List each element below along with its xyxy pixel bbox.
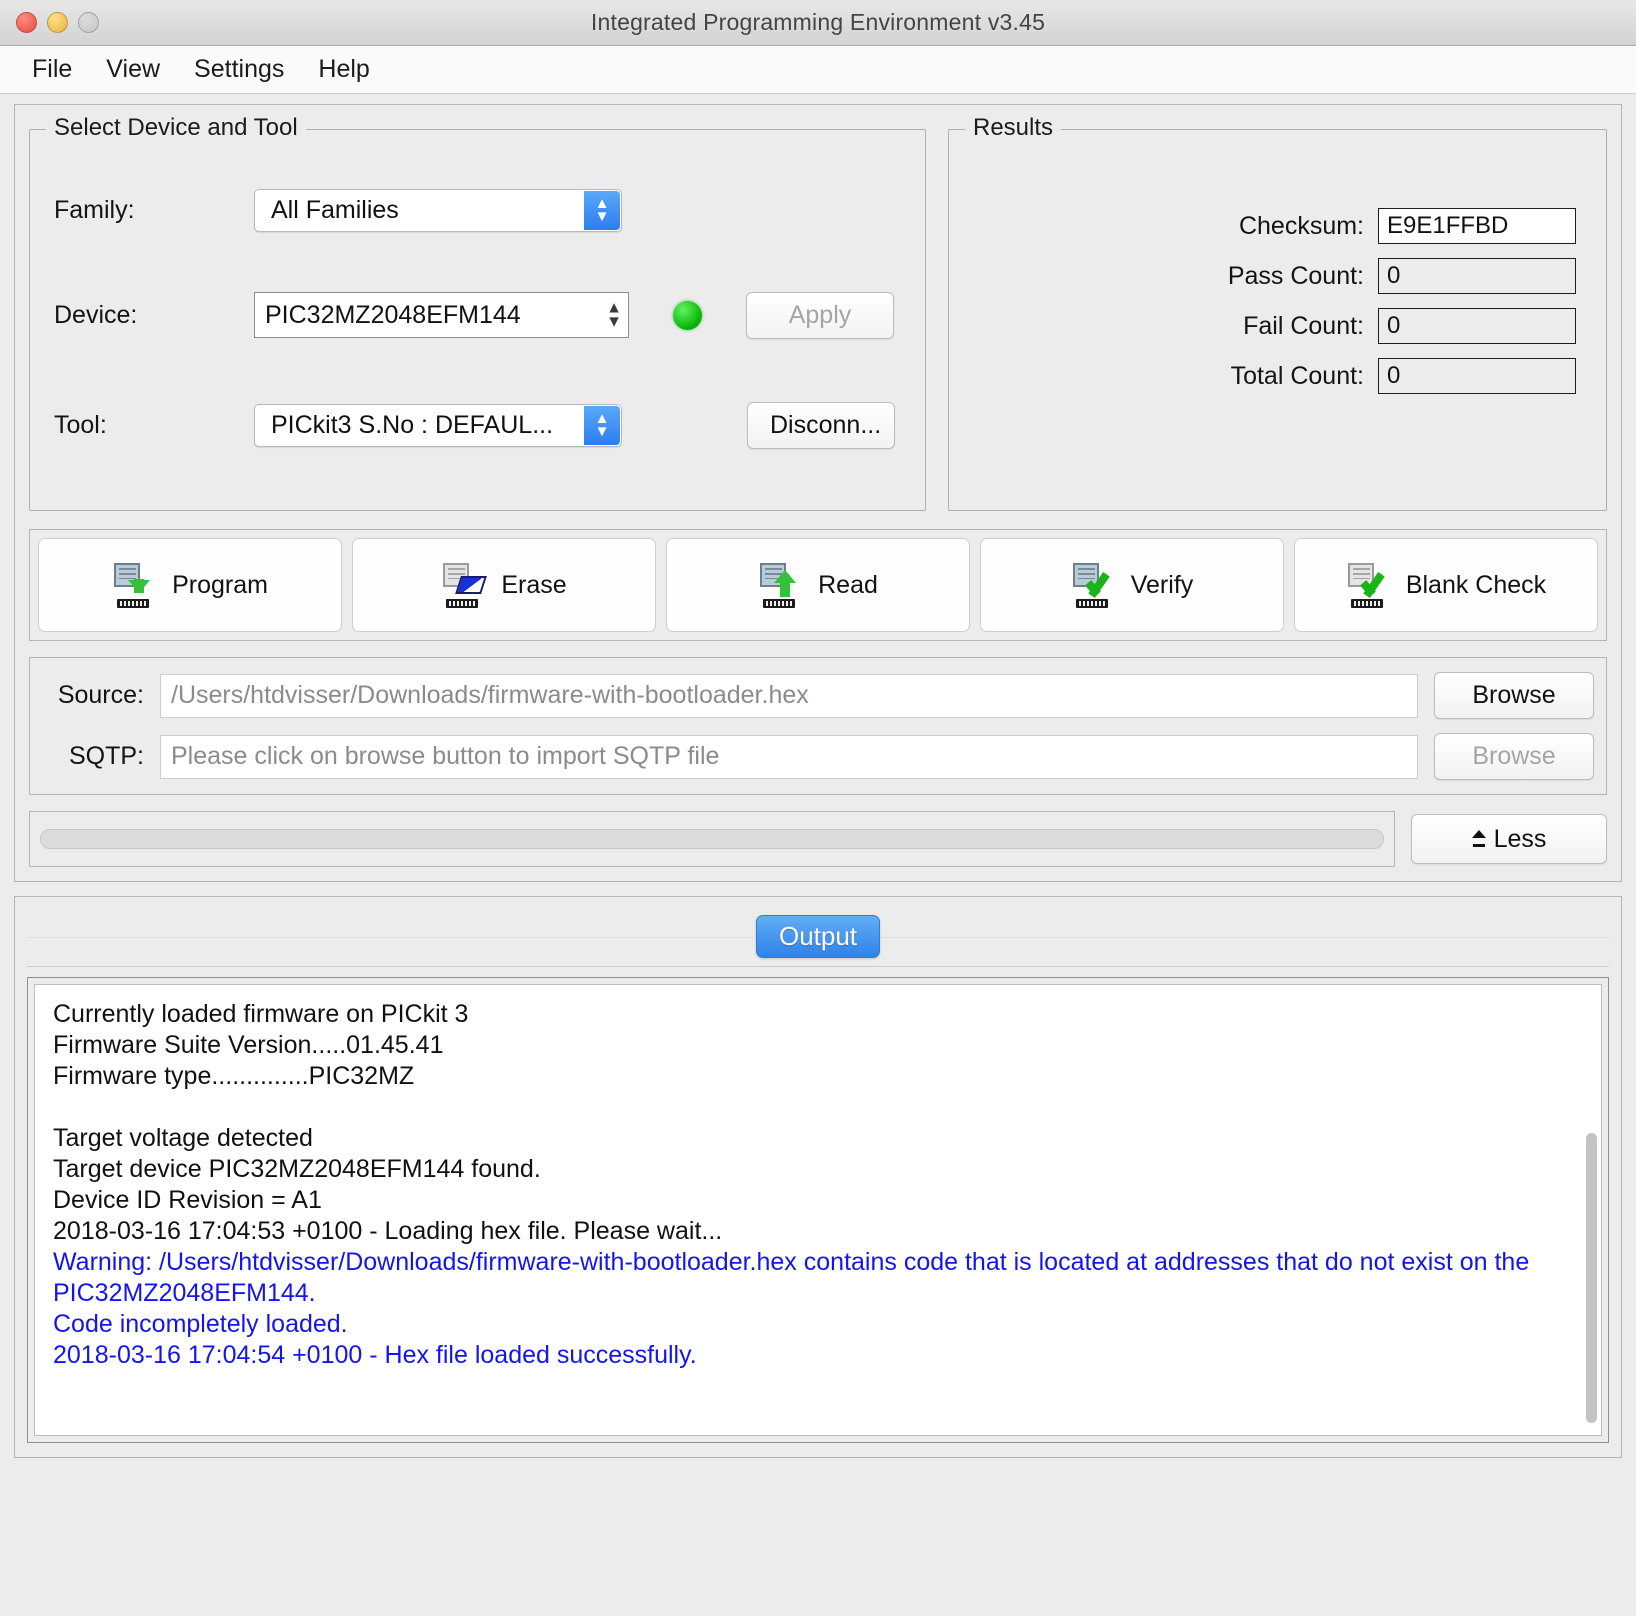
- console-line: Target voltage detected: [53, 1124, 313, 1152]
- checksum-label: Checksum:: [1238, 211, 1364, 240]
- collapse-icon: [1471, 829, 1486, 849]
- menu-settings[interactable]: Settings: [180, 53, 298, 86]
- menu-file[interactable]: File: [18, 53, 86, 86]
- window-title: Integrated Programming Environment v3.45: [590, 9, 1046, 35]
- progress-row: Less: [29, 811, 1607, 867]
- chevron-updown-icon[interactable]: ▲ ▼: [584, 190, 620, 230]
- chip-upload-icon: [758, 562, 804, 608]
- progress-container: [29, 811, 1395, 867]
- console-scrollbar[interactable]: [1585, 988, 1598, 1432]
- console-line: 2018-03-16 17:04:53 +0100 - Loading hex …: [53, 1217, 723, 1245]
- chip-check-icon: [1071, 562, 1117, 608]
- total-count-row: Total Count: 0: [965, 358, 1576, 394]
- console-wrapper: Currently loaded firmware on PICkit 3 Fi…: [27, 977, 1609, 1443]
- tool-value: PICkit3 S.No : DEFAUL...: [271, 410, 554, 439]
- sqtp-row: SQTP: Please click on browse button to i…: [42, 733, 1594, 780]
- menu-view[interactable]: View: [92, 53, 174, 86]
- total-count-label: Total Count:: [1230, 361, 1364, 390]
- tool-label: Tool:: [54, 410, 107, 439]
- source-browse-button[interactable]: Browse: [1434, 672, 1594, 719]
- output-panel: Output Currently loaded firmware on PICk…: [14, 896, 1622, 1458]
- connected-led: [673, 300, 702, 330]
- action-button-bar: Program Erase Read Verify Blank Check: [29, 529, 1607, 641]
- pass-count-label: Pass Count:: [1227, 261, 1364, 290]
- erase-button[interactable]: Erase: [352, 538, 656, 632]
- fail-count-field: 0: [1378, 308, 1576, 344]
- tool-row: Tool: PICkit3 S.No : DEFAUL... ▲ ▼ Discon…: [46, 395, 909, 455]
- console-line: Firmware Suite Version.....01.45.41: [53, 1031, 444, 1059]
- chevron-updown-icon[interactable]: ▲ ▼: [606, 300, 622, 329]
- device-label: Device:: [54, 300, 138, 329]
- console-line-warning: 2018-03-16 17:04:54 +0100 - Hex file loa…: [53, 1341, 697, 1369]
- chevron-updown-icon[interactable]: ▲ ▼: [584, 405, 620, 445]
- read-button-label: Read: [818, 570, 878, 599]
- chip-eraser-icon: [441, 562, 488, 608]
- pass-count-row: Pass Count: 0: [965, 258, 1576, 294]
- family-row: Family: All Families ▲ ▼: [46, 180, 909, 240]
- chip-download-icon: [112, 562, 158, 608]
- output-console[interactable]: Currently loaded firmware on PICkit 3 Fi…: [34, 984, 1602, 1436]
- results-rows: Checksum: E9E1FFBD Pass Count: 0 Fail Co…: [965, 152, 1590, 394]
- console-line: Target device PIC32MZ2048EFM144 found.: [53, 1155, 541, 1183]
- less-button[interactable]: Less: [1411, 814, 1607, 864]
- device-value: PIC32MZ2048EFM144: [265, 300, 521, 329]
- chip-blank-check-icon: [1346, 562, 1392, 608]
- sqtp-label: SQTP:: [68, 742, 144, 770]
- checksum-row: Checksum: E9E1FFBD: [965, 208, 1576, 244]
- family-combobox[interactable]: All Families ▲ ▼: [254, 188, 622, 232]
- menu-bar: File View Settings Help: [0, 46, 1636, 94]
- source-input[interactable]: /Users/htdvisser/Downloads/firmware-with…: [160, 673, 1418, 718]
- family-label: Family:: [54, 195, 135, 224]
- window-titlebar: Integrated Programming Environment v3.45: [0, 0, 1636, 46]
- fail-count-row: Fail Count: 0: [965, 308, 1576, 344]
- blank-check-button-label: Blank Check: [1405, 570, 1547, 599]
- pass-count-field: 0: [1378, 258, 1576, 294]
- device-combobox[interactable]: PIC32MZ2048EFM144 ▲ ▼: [254, 292, 629, 338]
- disconnect-button[interactable]: Disconn...: [747, 401, 895, 449]
- results-group: Results Checksum: E9E1FFBD Pass Count: 0…: [948, 114, 1607, 511]
- console-scrollbar-thumb[interactable]: [1586, 1133, 1597, 1423]
- read-button[interactable]: Read: [666, 538, 970, 632]
- sqtp-input[interactable]: Please click on browse button to import …: [160, 734, 1418, 779]
- source-label: Source:: [57, 681, 144, 709]
- main-panel: Select Device and Tool Family: All Famil…: [14, 104, 1622, 882]
- total-count-field: 0: [1378, 358, 1576, 394]
- output-tabstrip: Output: [27, 907, 1609, 967]
- console-line: Currently loaded firmware on PICkit 3: [53, 1000, 469, 1028]
- menu-help[interactable]: Help: [304, 53, 383, 86]
- select-device-and-tool-group: Select Device and Tool Family: All Famil…: [29, 114, 926, 511]
- program-button[interactable]: Program: [38, 538, 342, 632]
- sqtp-browse-button[interactable]: Browse: [1434, 733, 1594, 780]
- checksum-field[interactable]: E9E1FFBD: [1378, 208, 1576, 244]
- apply-button[interactable]: Apply: [746, 291, 894, 339]
- tab-output[interactable]: Output: [755, 915, 881, 958]
- less-button-label: Less: [1493, 824, 1547, 853]
- verify-button[interactable]: Verify: [980, 538, 1284, 632]
- erase-button-label: Erase: [501, 570, 567, 599]
- top-row: Select Device and Tool Family: All Famil…: [29, 114, 1607, 511]
- tool-combobox[interactable]: PICkit3 S.No : DEFAUL... ▲ ▼: [254, 403, 622, 447]
- results-title: Results: [965, 114, 1062, 142]
- progress-bar: [40, 829, 1384, 849]
- source-section: Source: /Users/htdvisser/Downloads/firmw…: [29, 657, 1607, 795]
- console-line: Firmware type..............PIC32MZ: [53, 1062, 415, 1090]
- fail-count-label: Fail Count:: [1243, 311, 1364, 340]
- console-line: Device ID Revision = A1: [53, 1186, 322, 1214]
- select-device-and-tool-title: Select Device and Tool: [46, 114, 306, 142]
- verify-button-label: Verify: [1130, 570, 1194, 599]
- program-button-label: Program: [172, 570, 268, 599]
- blank-check-button[interactable]: Blank Check: [1294, 538, 1598, 632]
- console-line-warning: Code incompletely loaded.: [53, 1310, 348, 1338]
- source-row: Source: /Users/htdvisser/Downloads/firmw…: [42, 672, 1594, 719]
- device-row: Device: PIC32MZ2048EFM144 ▲ ▼ Apply: [46, 285, 909, 345]
- console-line-warning: Warning: /Users/htdvisser/Downloads/firm…: [53, 1248, 1530, 1307]
- family-value: All Families: [271, 195, 399, 224]
